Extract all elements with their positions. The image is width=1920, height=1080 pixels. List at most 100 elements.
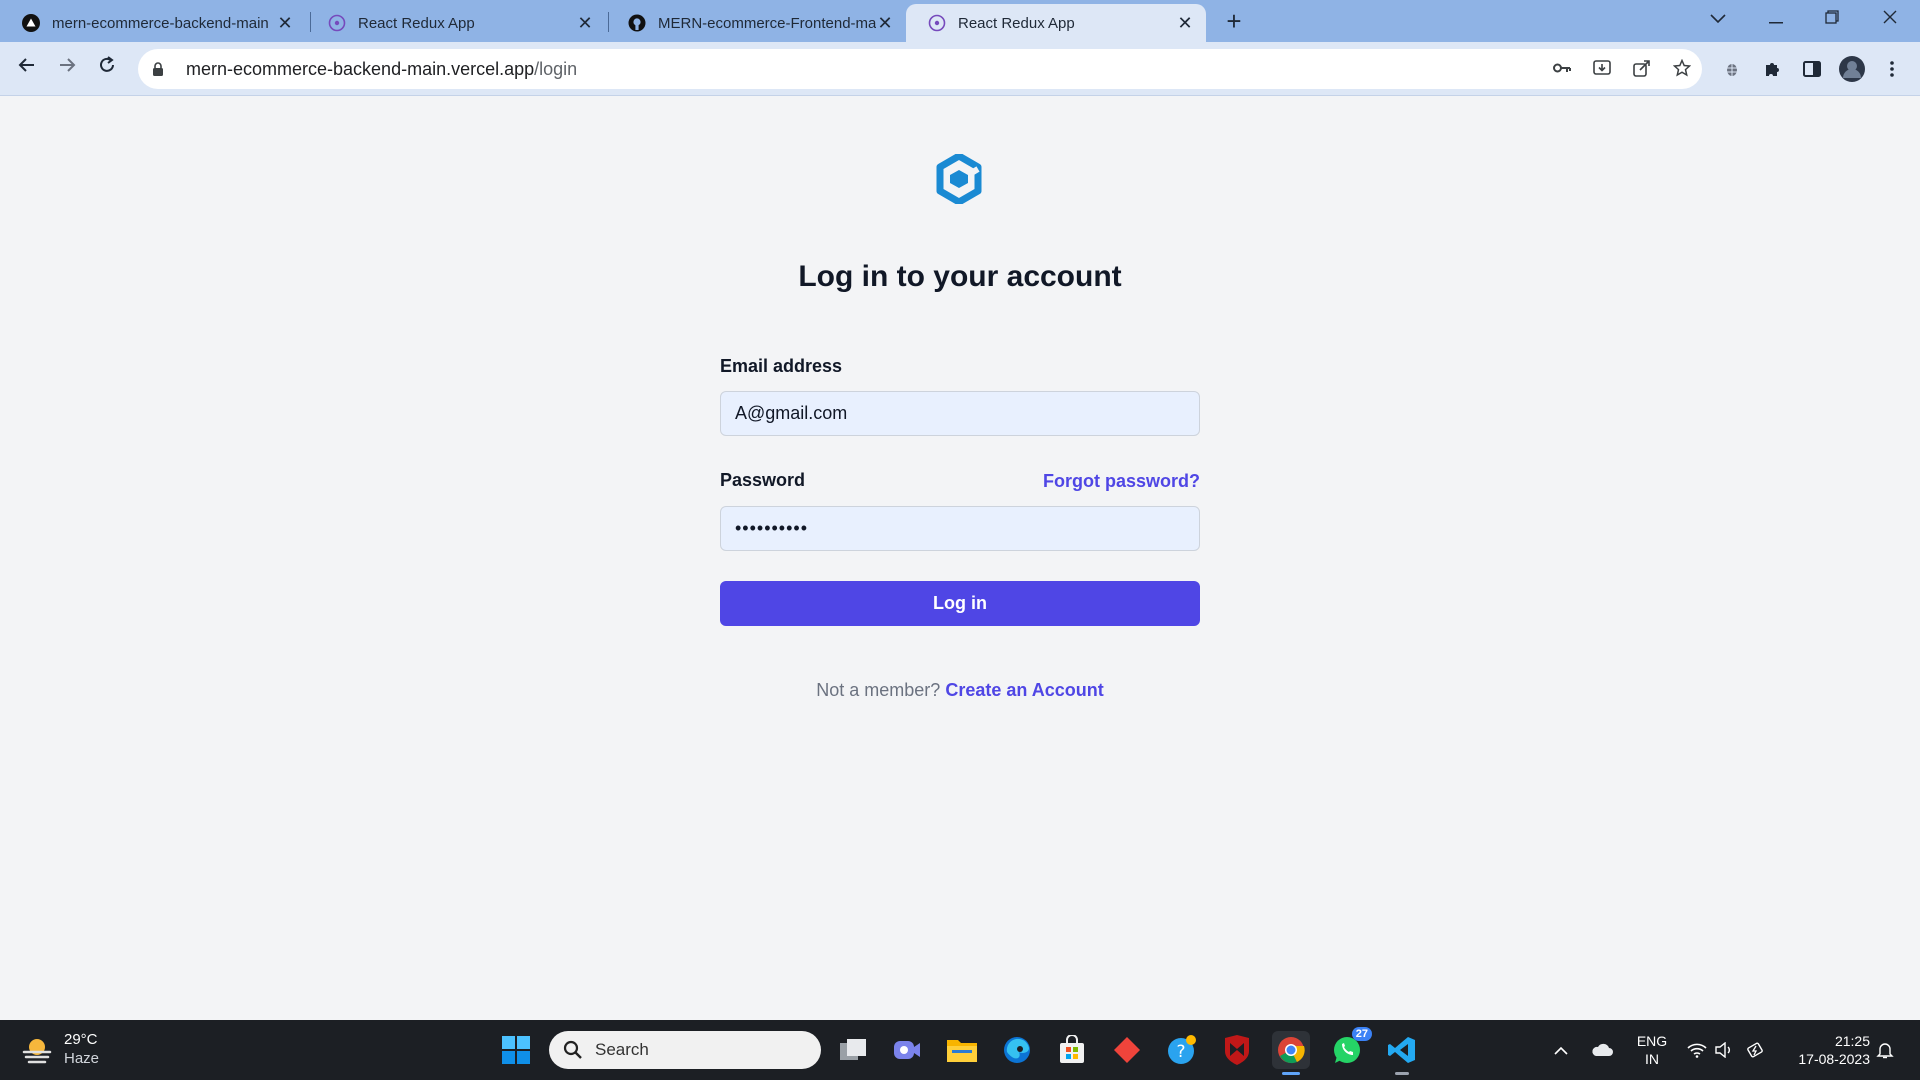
tab-title: React Redux App bbox=[358, 14, 475, 32]
mcafee-app[interactable] bbox=[1218, 1031, 1256, 1069]
edge-icon bbox=[1004, 1037, 1030, 1063]
close-icon bbox=[1883, 10, 1897, 24]
email-label: Email address bbox=[720, 356, 843, 376]
password-input[interactable] bbox=[720, 506, 1200, 551]
weather-widget[interactable]: 29°C Haze bbox=[20, 1030, 99, 1068]
diamond-icon bbox=[1114, 1037, 1140, 1063]
back-button[interactable] bbox=[12, 54, 42, 84]
language-indicator[interactable]: ENG IN bbox=[1632, 1032, 1672, 1068]
file-explorer-app[interactable] bbox=[943, 1031, 981, 1069]
shield-icon bbox=[1225, 1035, 1249, 1065]
help-icon: ? bbox=[1168, 1035, 1196, 1064]
region-code: IN bbox=[1645, 1051, 1659, 1067]
clock-date: 17-08-2023 bbox=[1798, 1051, 1870, 1067]
minimize-button[interactable] bbox=[1748, 0, 1804, 38]
page-title: Log in to your account bbox=[798, 260, 1122, 293]
close-icon[interactable]: ✕ bbox=[876, 13, 894, 34]
weather-condition: Haze bbox=[64, 1050, 100, 1067]
notification-badge: 27 bbox=[1351, 1027, 1372, 1041]
bookmark-star-icon[interactable] bbox=[1667, 53, 1697, 83]
close-icon[interactable]: ✕ bbox=[1176, 13, 1194, 34]
notifications-icon[interactable] bbox=[1873, 1039, 1897, 1061]
search-placeholder: Search bbox=[595, 1040, 649, 1059]
close-window-button[interactable] bbox=[1862, 0, 1918, 38]
password-key-icon[interactable] bbox=[1547, 53, 1577, 83]
vscode-app[interactable] bbox=[1383, 1031, 1421, 1075]
arrow-right-icon bbox=[60, 58, 76, 72]
temperature: 29°C bbox=[64, 1031, 98, 1048]
search-icon bbox=[563, 1040, 582, 1059]
new-tab-button[interactable]: + bbox=[1218, 6, 1250, 38]
store-icon bbox=[1060, 1035, 1084, 1063]
url-path: /login bbox=[534, 58, 578, 79]
share-icon[interactable] bbox=[1627, 53, 1657, 83]
lock-icon bbox=[152, 61, 170, 77]
taskbar: 29°C Haze Search ? 27 ENG IN 21:25 17-08… bbox=[0, 1020, 1920, 1080]
clock-time: 21:25 bbox=[1834, 1033, 1870, 1049]
login-page: Log in to your account Email address Pas… bbox=[0, 96, 1920, 1020]
react-redux-icon bbox=[928, 14, 946, 32]
tab-react-redux-active[interactable]: React Redux App ✕ bbox=[906, 4, 1206, 42]
running-indicator bbox=[1395, 1072, 1409, 1075]
anydesk-app[interactable] bbox=[1108, 1031, 1146, 1069]
reload-button[interactable] bbox=[92, 54, 122, 84]
tab-github[interactable]: MERN-ecommerce-Frontend-ma ✕ bbox=[606, 4, 906, 42]
github-icon bbox=[628, 14, 646, 32]
forward-button[interactable] bbox=[52, 54, 82, 84]
active-indicator bbox=[1282, 1072, 1300, 1075]
taskbar-search[interactable]: Search bbox=[549, 1031, 821, 1069]
wifi-icon[interactable] bbox=[1685, 1039, 1709, 1061]
edge-browser-app[interactable] bbox=[998, 1031, 1036, 1069]
forgot-password-link[interactable]: Forgot password? bbox=[1043, 471, 1200, 492]
email-input[interactable] bbox=[720, 391, 1200, 436]
task-view-button[interactable] bbox=[834, 1031, 872, 1069]
haze-sun-icon bbox=[22, 1039, 52, 1064]
login-button[interactable]: Log in bbox=[720, 581, 1200, 626]
folder-icon bbox=[947, 1040, 977, 1062]
microsoft-store-app[interactable] bbox=[1053, 1031, 1091, 1069]
get-help-app[interactable]: ? bbox=[1163, 1031, 1201, 1069]
battery-charging-icon[interactable] bbox=[1745, 1039, 1769, 1061]
tab-title: mern-ecommerce-backend-main bbox=[52, 14, 269, 32]
tab-search-button[interactable] bbox=[1690, 0, 1746, 38]
tab-backend[interactable]: mern-ecommerce-backend-main ✕ bbox=[0, 4, 306, 42]
teams-chat-app[interactable] bbox=[888, 1031, 926, 1069]
close-icon[interactable]: ✕ bbox=[576, 13, 594, 34]
whatsapp-app[interactable]: 27 bbox=[1328, 1027, 1372, 1069]
chat-camera-icon bbox=[894, 1041, 920, 1059]
tab-title: React Redux App bbox=[958, 14, 1075, 32]
volume-icon[interactable] bbox=[1712, 1039, 1736, 1061]
minimize-icon bbox=[1769, 22, 1783, 24]
clock[interactable]: 21:25 17-08-2023 bbox=[1780, 1032, 1870, 1068]
tab-react-redux-1[interactable]: React Redux App ✕ bbox=[306, 4, 606, 42]
restore-button[interactable] bbox=[1804, 0, 1860, 38]
extensions-puzzle-icon[interactable] bbox=[1757, 54, 1787, 84]
profile-avatar[interactable] bbox=[1837, 54, 1867, 84]
windows-icon bbox=[502, 1036, 530, 1064]
onedrive-cloud-icon[interactable] bbox=[1590, 1039, 1614, 1061]
address-bar[interactable]: mern-ecommerce-backend-main.vercel.app/l… bbox=[138, 49, 1702, 89]
create-account-link[interactable]: Create an Account bbox=[945, 680, 1103, 700]
install-icon[interactable] bbox=[1587, 53, 1617, 83]
menu-kebab-icon[interactable] bbox=[1877, 54, 1907, 84]
language-code: ENG bbox=[1636, 1033, 1668, 1049]
chevron-up-icon[interactable] bbox=[1549, 1039, 1573, 1061]
chrome-app[interactable] bbox=[1272, 1031, 1310, 1075]
reload-icon bbox=[100, 56, 114, 72]
browser-toolbar: mern-ecommerce-backend-main.vercel.app/l… bbox=[0, 42, 1920, 96]
react-redux-icon bbox=[328, 14, 346, 32]
side-panel-icon[interactable] bbox=[1797, 54, 1827, 84]
close-icon[interactable]: ✕ bbox=[276, 13, 294, 34]
signup-prompt: Not a member? Create an Account bbox=[0, 680, 1920, 701]
restore-icon bbox=[1825, 10, 1839, 24]
tab-title: MERN-ecommerce-Frontend-ma bbox=[658, 14, 876, 32]
password-label: Password bbox=[720, 470, 806, 490]
vscode-icon bbox=[1388, 1037, 1415, 1063]
vercel-icon bbox=[22, 14, 40, 32]
start-button[interactable] bbox=[497, 1031, 535, 1069]
extension-bug-icon[interactable] bbox=[1717, 54, 1747, 84]
url-host: mern-ecommerce-backend-main.vercel.app bbox=[186, 58, 535, 79]
task-view-icon bbox=[840, 1039, 866, 1060]
arrow-left-icon bbox=[18, 58, 34, 72]
svg-text:?: ? bbox=[1176, 1042, 1185, 1062]
